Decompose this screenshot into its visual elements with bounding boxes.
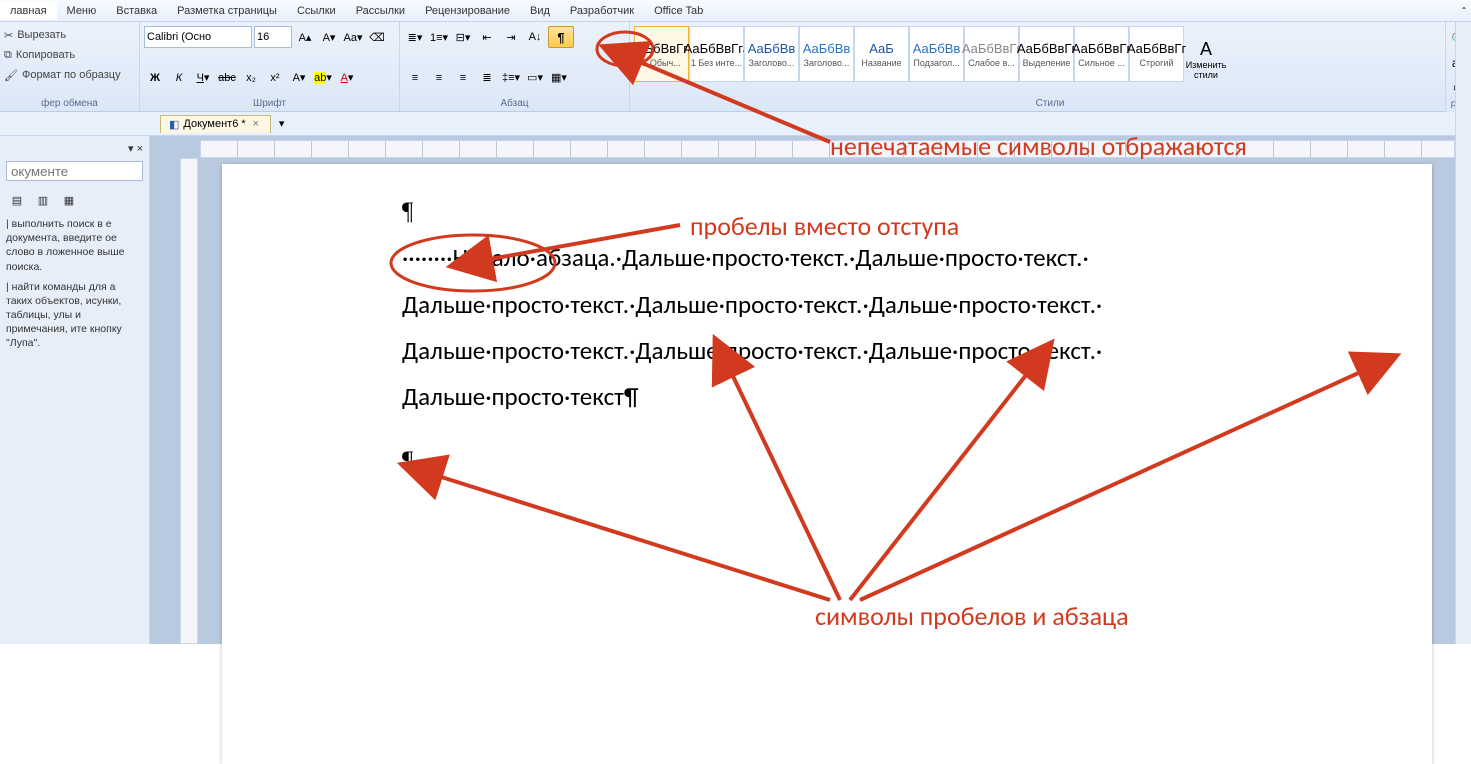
line-spacing-button[interactable]: ‡≡▾ xyxy=(500,67,522,89)
menu-bar: лавная Меню Вставка Разметка страницы Сс… xyxy=(0,0,1471,22)
brush-icon: 🖌 xyxy=(4,69,18,82)
menu-item-mailings[interactable]: Рассылки xyxy=(346,2,415,20)
format-painter-button[interactable]: 🖌Формат по образцу xyxy=(4,66,121,84)
multilevel-button[interactable]: ⊟▾ xyxy=(452,26,474,48)
font-color-button[interactable]: A▾ xyxy=(336,67,358,89)
text-effects-button[interactable]: A▾ xyxy=(288,67,310,89)
underline-button[interactable]: Ч▾ xyxy=(192,67,214,89)
menu-item-developer[interactable]: Разработчик xyxy=(560,2,644,20)
scissors-icon: ✂ xyxy=(4,29,13,42)
nav-mode-headings-button[interactable]: ▤ xyxy=(6,189,28,211)
nav-mode-pages-button[interactable]: ▥ xyxy=(32,189,54,211)
group-clipboard-label: фер обмена xyxy=(4,96,135,111)
align-center-button[interactable]: ≡ xyxy=(428,67,450,89)
increase-indent-button[interactable]: ⇥ xyxy=(500,26,522,48)
align-left-button[interactable]: ≡ xyxy=(404,67,426,89)
style-swatch-5[interactable]: АаБбВвПодзагол... xyxy=(909,26,964,82)
grow-font-button[interactable]: A▴ xyxy=(294,26,316,48)
document-page[interactable]: ¶ ········Начало·абзаца.·Дальше·просто·т… xyxy=(222,164,1432,764)
group-paragraph-label: Абзац xyxy=(404,96,625,111)
menu-item-view[interactable]: Вид xyxy=(520,2,560,20)
eraser-icon: ⌫ xyxy=(369,31,385,44)
show-formatting-button[interactable]: ¶ xyxy=(548,26,574,48)
style-swatch-8[interactable]: АаБбВвГгСильное ... xyxy=(1074,26,1129,82)
document-body-text[interactable]: ¶ ········Начало·абзаца.·Дальше·просто·т… xyxy=(402,189,1382,485)
superscript-button[interactable]: x² xyxy=(264,67,286,89)
style-swatch-1[interactable]: АаБбВвГгJ1 Без инте... xyxy=(689,26,744,82)
style-swatch-2[interactable]: АаБбВвЗаголово... xyxy=(744,26,799,82)
document-tab-bar: ◧ Документ6 * × ▾ xyxy=(0,112,1471,136)
subscript-button[interactable]: x₂ xyxy=(240,67,262,89)
highlight-button[interactable]: ab▾ xyxy=(312,67,334,89)
tab-menu-button[interactable]: ▾ xyxy=(271,113,293,135)
bullets-button[interactable]: ≣▾ xyxy=(404,26,426,48)
font-name-combo[interactable] xyxy=(144,26,252,48)
bucket-icon: ▭ xyxy=(527,71,537,84)
sort-button[interactable]: A↓ xyxy=(524,26,546,48)
nav-mode-results-button[interactable]: ▦ xyxy=(58,189,80,211)
strike-button[interactable]: abc xyxy=(216,67,238,89)
style-swatch-9[interactable]: АаБбВвГгСтрогий xyxy=(1129,26,1184,82)
menu-item-home[interactable]: лавная xyxy=(0,2,57,20)
cut-button[interactable]: ✂Вырезать xyxy=(4,26,121,44)
change-case-button[interactable]: Aa▾ xyxy=(342,26,364,48)
menu-item-review[interactable]: Рецензирование xyxy=(415,2,520,20)
document-tab[interactable]: ◧ Документ6 * × xyxy=(160,115,271,133)
clear-formatting-button[interactable]: ⌫ xyxy=(366,26,388,48)
style-swatch-7[interactable]: АаБбВвГгВыделение xyxy=(1019,26,1074,82)
shading-button[interactable]: ▭▾ xyxy=(524,67,546,89)
borders-button[interactable]: ▦▾ xyxy=(548,67,570,89)
panel-menu-button[interactable]: ▾ xyxy=(128,143,134,155)
vertical-scrollbar[interactable] xyxy=(1455,22,1471,644)
align-justify-button[interactable]: ≣ xyxy=(476,67,498,89)
horizontal-ruler[interactable] xyxy=(200,140,1455,158)
close-tab-button[interactable]: × xyxy=(250,118,262,130)
navigation-help-text-2: | найти команды для а таких объектов, ис… xyxy=(6,280,143,351)
style-swatch-0[interactable]: АаБбВвГгJ1 Обыч... xyxy=(634,26,689,82)
style-swatch-6[interactable]: АаБбВвГгСлабое в... xyxy=(964,26,1019,82)
italic-button[interactable]: К xyxy=(168,67,190,89)
bold-button[interactable]: Ж xyxy=(144,67,166,89)
decrease-indent-button[interactable]: ⇤ xyxy=(476,26,498,48)
navigation-search-input[interactable] xyxy=(6,161,143,181)
align-right-button[interactable]: ≡ xyxy=(452,67,474,89)
menu-item-officetab[interactable]: Office Tab xyxy=(644,2,713,20)
vertical-ruler[interactable] xyxy=(180,158,198,644)
work-area: ¶ ········Начало·абзаца.·Дальше·просто·т… xyxy=(150,136,1455,644)
font-size-combo[interactable] xyxy=(254,26,292,48)
menu-item-menu[interactable]: Меню xyxy=(57,2,107,20)
ribbon: ✂Вырезать ⧉Копировать 🖌Формат по образцу… xyxy=(0,22,1471,112)
copy-button[interactable]: ⧉Копировать xyxy=(4,46,121,64)
panel-close-button[interactable]: × xyxy=(137,143,143,155)
menu-item-links[interactable]: Ссылки xyxy=(287,2,346,20)
style-swatch-4[interactable]: АаБНазвание xyxy=(854,26,909,82)
copy-icon: ⧉ xyxy=(4,49,12,62)
ribbon-minimize-icon[interactable]: ⌃ xyxy=(1457,0,1471,22)
group-styles-label: Стили xyxy=(634,96,1466,111)
menu-item-insert[interactable]: Вставка xyxy=(106,2,167,20)
navigation-help-text-1: | выполнить поиск в е документа, введите… xyxy=(6,217,143,274)
word-doc-icon: ◧ xyxy=(169,118,179,131)
group-font-label: Шрифт xyxy=(144,96,395,111)
change-styles-button[interactable]: AИзменить стили xyxy=(1184,26,1228,92)
navigation-panel: ▾ × ▤ ▥ ▦ | выполнить поиск в е документ… xyxy=(0,136,150,644)
menu-item-pagelayout[interactable]: Разметка страницы xyxy=(167,2,287,20)
shrink-font-button[interactable]: A▾ xyxy=(318,26,340,48)
style-swatch-3[interactable]: АаБбВвЗаголово... xyxy=(799,26,854,82)
numbering-button[interactable]: 1≡▾ xyxy=(428,26,450,48)
